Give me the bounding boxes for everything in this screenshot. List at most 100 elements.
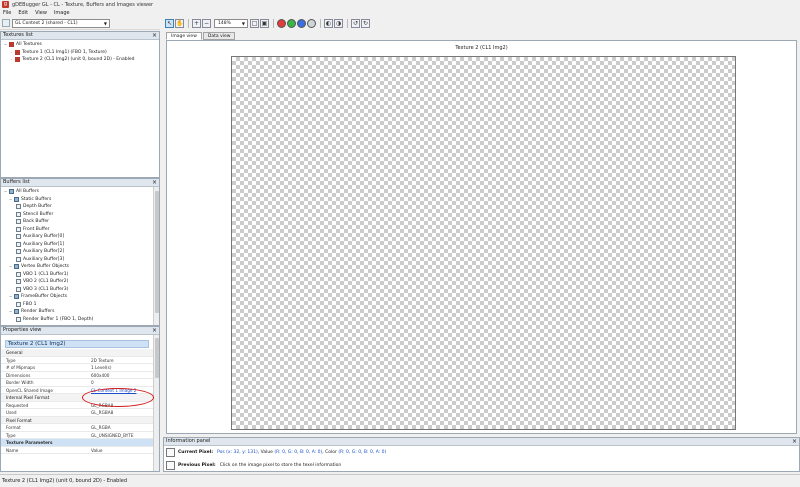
tree-branch-icon: · [10, 49, 13, 55]
collapse-icon[interactable]: − [8, 196, 13, 204]
tree-item-buffer[interactable]: Back Buffer [3, 218, 157, 226]
zoom-value: 148% [218, 21, 231, 26]
tree-item-label: Render Buffer 1 (FBO 1, Depth) [23, 316, 94, 322]
tab-data-view[interactable]: Data view [202, 32, 236, 40]
texture-image[interactable] [231, 56, 736, 430]
tree-item-all-textures[interactable]: − All Textures [3, 41, 157, 49]
prop-key: Used [6, 410, 17, 415]
close-icon[interactable]: × [152, 327, 157, 334]
tree-item-all-buffers[interactable]: − All Buffers [3, 188, 157, 196]
pixel-swatch-icon [166, 448, 175, 457]
alpha-channel-icon[interactable] [307, 19, 316, 28]
prop-value: Value [91, 447, 103, 453]
folder-icon [9, 189, 14, 195]
chevron-down-icon: ▼ [241, 21, 245, 26]
texture-icon [9, 42, 14, 48]
tree-item-texture-2[interactable]: · Texture 2 (CL1 Img2) (unit 0, bound 2D… [3, 56, 157, 64]
rotate-left-icon[interactable]: ↺ [351, 19, 360, 28]
zoom-out-icon[interactable]: − [202, 19, 211, 28]
tree-item-vbo[interactable]: VBO 2 (CL1 Buffer2) [3, 278, 157, 286]
rotate-right-icon[interactable]: ↻ [361, 19, 370, 28]
collapse-icon[interactable]: − [3, 41, 8, 49]
scrollbar-thumb[interactable] [155, 338, 159, 378]
pixel-pos: Pos (x: 32, y: 131) [217, 450, 258, 455]
previous-pixel-row: Previous Pixel: Click on the image pixel… [164, 459, 799, 472]
close-icon[interactable]: × [792, 438, 797, 445]
tree-item-buffer[interactable]: Auxiliary Buffer[0] [3, 233, 157, 241]
pan-tool-icon[interactable]: ✋ [175, 19, 184, 28]
collapse-icon[interactable]: − [8, 293, 13, 301]
tree-item-vbo[interactable]: VBO 3 (CL1 Buffer3) [3, 286, 157, 294]
information-panel: Information panel × Current Pixel: Pos (… [163, 437, 800, 472]
tree-item-static-buffers[interactable]: − Static Buffers [3, 196, 157, 204]
prop-key: Requested [6, 402, 29, 408]
vertical-scrollbar[interactable] [153, 187, 159, 325]
select-tool-icon[interactable]: ↖ [165, 19, 174, 28]
tree-item-label: Vertex Buffer Objects [21, 264, 69, 269]
buffer-icon [16, 211, 21, 217]
actual-size-icon[interactable]: ▣ [260, 19, 269, 28]
blue-channel-icon[interactable] [297, 19, 306, 28]
red-channel-icon[interactable] [277, 19, 286, 28]
color-key: , Color [322, 450, 337, 455]
tree-item-buffer[interactable]: Front Buffer [3, 226, 157, 234]
zoom-select[interactable]: 148% ▼ [214, 19, 248, 28]
image-frame: Texture 2 (CL1 Img2) [166, 40, 797, 434]
grayscale-icon[interactable]: ◐ [324, 19, 333, 28]
close-icon[interactable]: × [152, 32, 157, 39]
panel-header: Information panel × [164, 438, 799, 446]
textures-panel: Textures list × − All Textures · Texture… [0, 31, 160, 178]
tree-item-buffer[interactable]: Auxiliary Buffer[1] [3, 241, 157, 249]
tab-image-view[interactable]: Image view [166, 32, 202, 40]
zoom-in-icon[interactable]: + [192, 19, 201, 28]
buffer-icon [16, 219, 21, 225]
collapse-icon[interactable]: − [3, 188, 8, 196]
tree-item-buffer[interactable]: Stencil Buffer [3, 211, 157, 219]
buffer-icon [16, 256, 21, 262]
pixel-value: (R: 0, G: 0, B: 0, A: 0) [274, 450, 323, 455]
green-channel-icon[interactable] [287, 19, 296, 28]
prop-section: Pixel Format [1, 416, 153, 424]
tree-item-buffer[interactable]: Depth Buffer [3, 203, 157, 211]
current-pixel-info: Pos (x: 32, y: 131), Value (R: 0, G: 0, … [217, 450, 386, 455]
tree-item-label: All Textures [16, 42, 42, 47]
tree-item-buffer[interactable]: Auxiliary Buffer[2] [3, 248, 157, 256]
prop-row: Name Value [1, 447, 153, 454]
menu-image[interactable]: Image [54, 10, 70, 16]
menu-file[interactable]: File [3, 10, 11, 16]
tree-item-buffer[interactable]: Auxiliary Buffer[3] [3, 256, 157, 264]
left-toolbar: GL Context 2 (shared - CL1) ▼ [0, 17, 160, 30]
menu-bar: File Edit View Image [0, 9, 800, 17]
menu-view[interactable]: View [35, 10, 47, 16]
collapse-icon[interactable]: − [8, 263, 13, 271]
section-label: Pixel Format [1, 416, 153, 423]
value-key: , Value [257, 450, 273, 455]
highlight-annotation [82, 388, 154, 407]
refresh-icon[interactable] [2, 19, 10, 27]
tree-item-label: FBO 1 [23, 301, 37, 307]
image-viewer: Image view Data view Texture 2 (CL1 Img2… [163, 31, 800, 435]
invert-icon[interactable]: ◑ [334, 19, 343, 28]
close-icon[interactable]: × [152, 179, 157, 186]
context-select[interactable]: GL Context 2 (shared - CL1) ▼ [12, 18, 110, 28]
tree-item-render-buffer[interactable]: Render Buffer 1 (FBO 1, Depth) [3, 316, 157, 324]
status-bar: Texture 2 (CL1 Img2) (unit 0, bound 2D) … [0, 474, 800, 487]
vertical-scrollbar[interactable] [153, 335, 159, 471]
tree-item-vbo-group[interactable]: − Vertex Buffer Objects [3, 263, 157, 271]
current-pixel-label: Current Pixel: [178, 450, 214, 455]
prop-row: Used GL_RGBA8 [1, 409, 153, 417]
fit-icon[interactable]: □ [250, 19, 259, 28]
tree-item-render-buffers[interactable]: − Render Buffers [3, 308, 157, 316]
tree-item-fbo-group[interactable]: − FrameBuffer Objects [3, 293, 157, 301]
tree-item-texture-1[interactable]: · Texture 1 (CL1 Img1) (FBO 1, Texture) [3, 49, 157, 57]
collapse-icon[interactable]: − [8, 308, 13, 316]
prop-value: GL_RGBA8 [91, 410, 114, 415]
menu-edit[interactable]: Edit [18, 10, 28, 16]
prop-value: 1 Level(s) [91, 365, 112, 370]
tree-item-vbo[interactable]: VBO 1 (CL1 Buffer1) [3, 271, 157, 279]
scrollbar-thumb[interactable] [155, 191, 159, 313]
prop-row: Type 2D Texture [1, 357, 153, 364]
tree-item-fbo[interactable]: FBO 1 [3, 301, 157, 309]
tree-item-label: VBO 1 (CL1 Buffer1) [23, 271, 69, 277]
buffer-icon [16, 234, 21, 240]
